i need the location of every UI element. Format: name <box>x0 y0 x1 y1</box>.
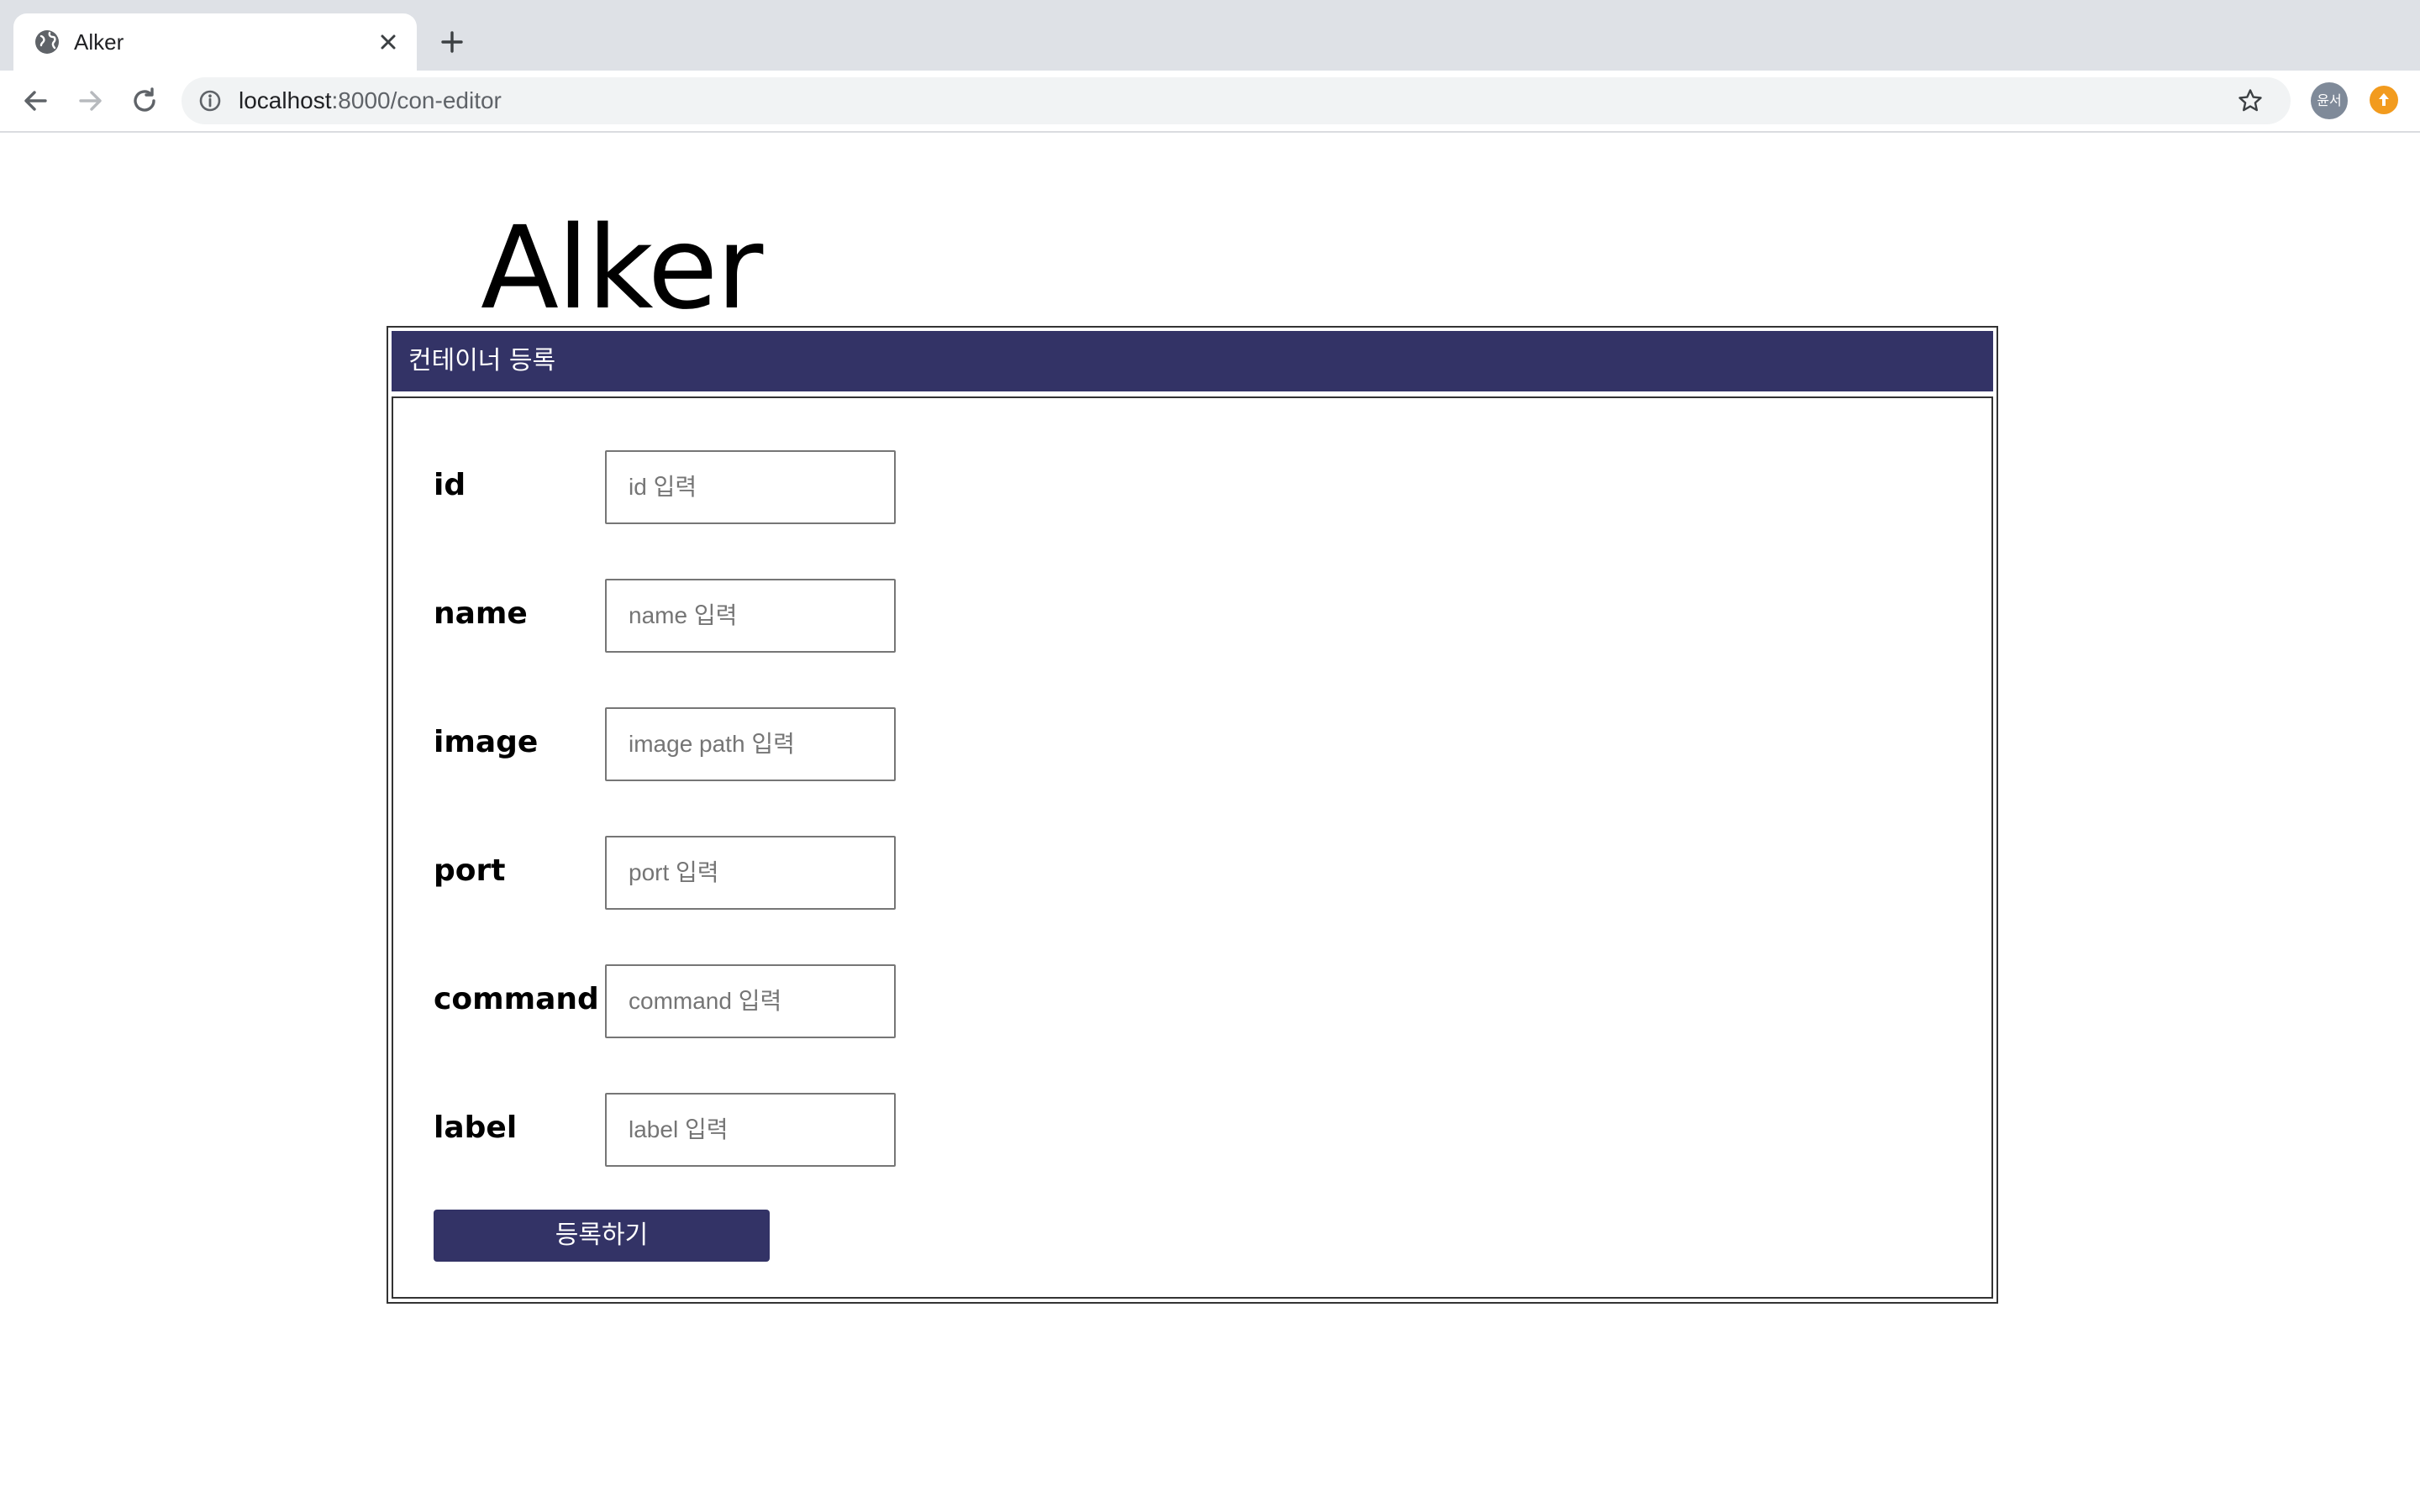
register-button[interactable]: 등록하기 <box>434 1210 770 1262</box>
label-input[interactable] <box>605 1093 896 1167</box>
port-label: port <box>434 853 506 888</box>
form-row-id: id <box>393 450 1991 526</box>
info-icon[interactable] <box>198 89 222 113</box>
name-label: name <box>434 596 528 631</box>
image-label: image <box>434 725 539 759</box>
form-row-image: image <box>393 707 1991 783</box>
panel-title: 컨테이너 등록 <box>408 346 556 375</box>
container-register-panel: 컨테이너 등록 id name image port command label… <box>387 326 1998 1304</box>
url-path: :8000/con-editor <box>331 87 502 113</box>
arrow-left-icon[interactable] <box>17 82 54 119</box>
command-input[interactable] <box>605 964 896 1038</box>
id-input[interactable] <box>605 450 896 524</box>
register-form: id name image port command label 등록하기 <box>392 396 1993 1299</box>
form-row-command: command <box>393 964 1991 1040</box>
name-input[interactable] <box>605 579 896 653</box>
port-input[interactable] <box>605 836 896 910</box>
tab-title: Alker <box>74 29 124 55</box>
label-label: label <box>434 1110 518 1145</box>
extension-icon[interactable] <box>2370 86 2398 114</box>
url-text[interactable]: localhost:8000/con-editor <box>239 87 502 114</box>
page-title: Alker <box>481 202 763 335</box>
reload-icon[interactable] <box>126 82 163 119</box>
id-label: id <box>434 468 466 502</box>
profile-avatar[interactable]: 윤서 <box>2311 82 2348 119</box>
form-row-port: port <box>393 836 1991 911</box>
command-label: command <box>434 982 599 1016</box>
url-host: localhost <box>239 87 332 113</box>
panel-header: 컨테이너 등록 <box>392 331 1993 391</box>
browser-toolbar: localhost:8000/con-editor 윤서 <box>0 71 2420 133</box>
close-icon[interactable] <box>376 30 400 54</box>
browser-tab[interactable]: Alker <box>13 13 417 71</box>
arrow-right-icon[interactable] <box>72 82 109 119</box>
globe-icon <box>35 30 59 54</box>
image-input[interactable] <box>605 707 896 781</box>
form-row-name: name <box>393 579 1991 654</box>
star-icon[interactable] <box>2237 87 2264 114</box>
address-bar[interactable]: localhost:8000/con-editor <box>182 77 2291 124</box>
form-row-label: label <box>393 1093 1991 1168</box>
tab-strip: Alker <box>0 0 2420 71</box>
plus-icon[interactable] <box>435 25 469 59</box>
